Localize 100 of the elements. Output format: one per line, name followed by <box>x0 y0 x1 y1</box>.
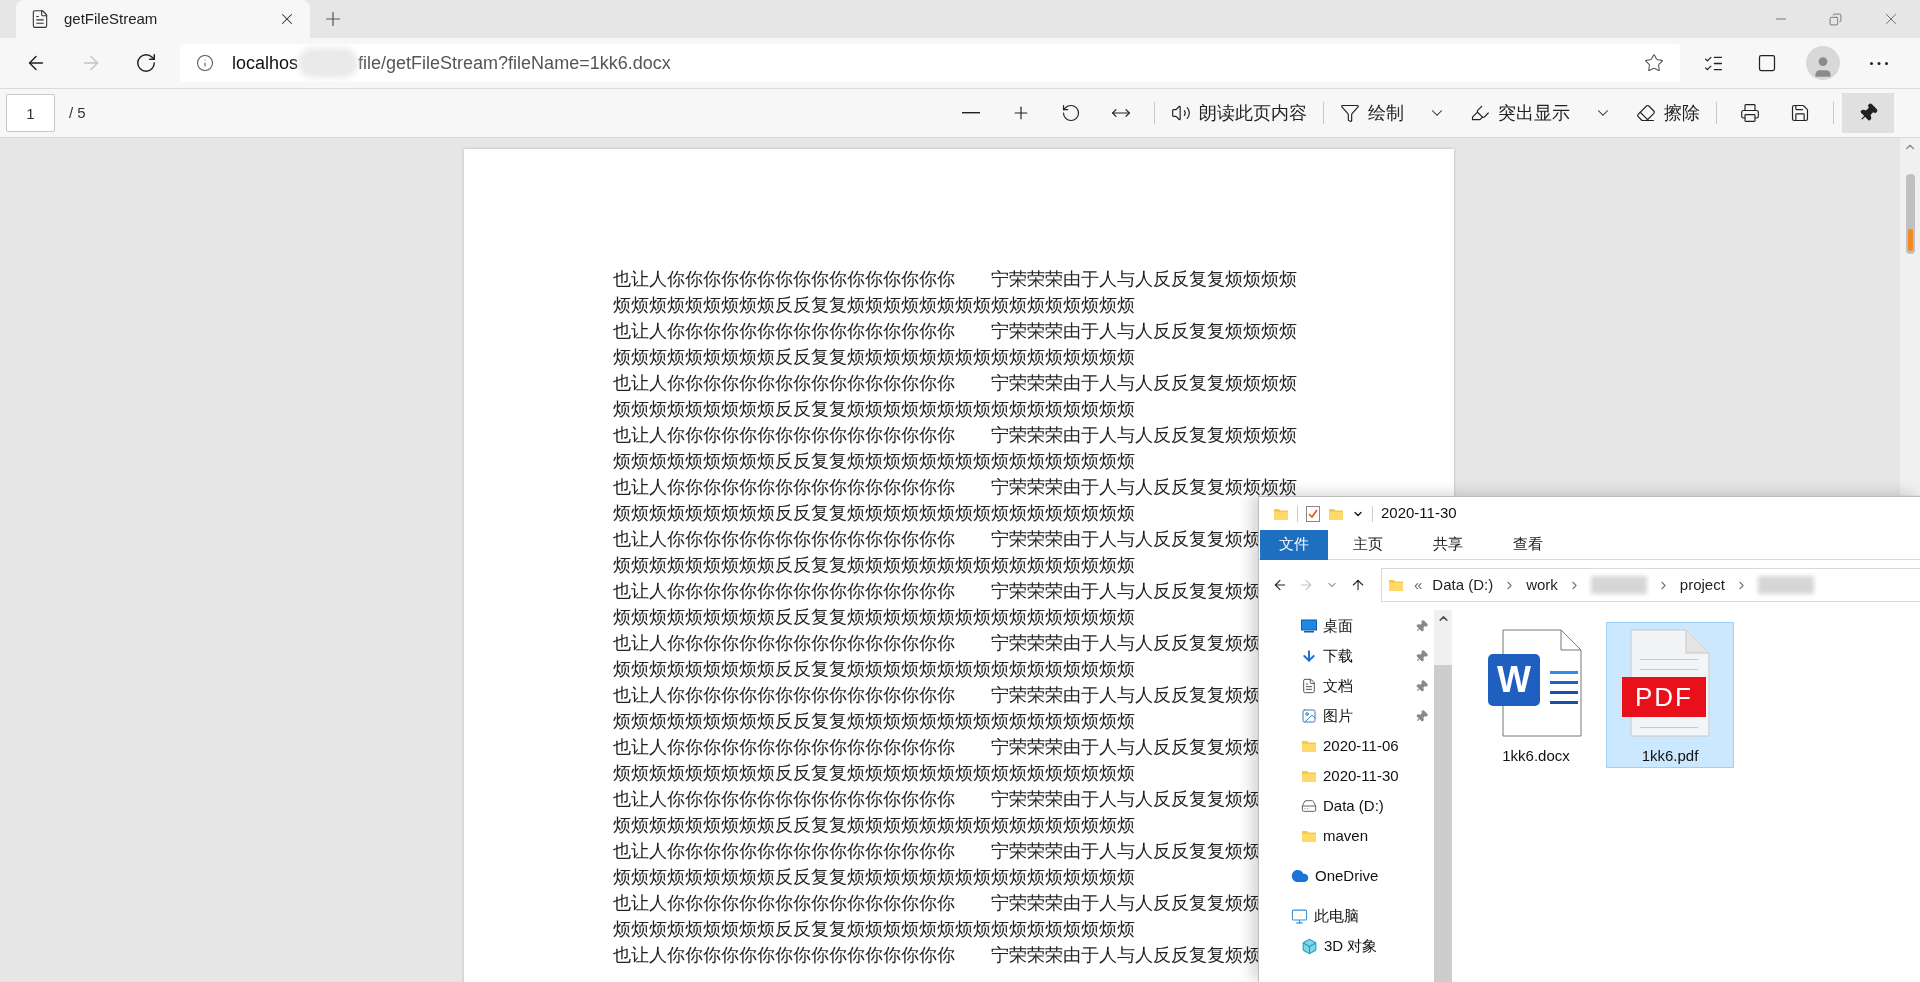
file-name: 1kk6.pdf <box>1641 745 1699 766</box>
address-field[interactable]: localhos file/getFileStream?fileName=1kk6.docx <box>180 44 1680 82</box>
cloud-icon <box>1291 867 1309 885</box>
document-text-line: 也让人你你你你你你你你你你你你你你你你 宁荣荣荣由于人与人反反复复烦烦烦烦 <box>613 424 1297 447</box>
ribbon-tab[interactable]: 文件 <box>1260 529 1328 560</box>
scrollbar[interactable] <box>1900 138 1920 495</box>
page-number-field[interactable]: 1 <box>6 94 55 132</box>
more-icon <box>1870 61 1888 65</box>
nav-item[interactable]: 3D 对象 <box>1301 934 1428 958</box>
nav-item-label: maven <box>1323 825 1369 846</box>
square-icon <box>1757 53 1777 73</box>
document-text-line: 烦烦烦烦烦烦烦烦烦反反复复烦烦烦烦烦烦烦烦烦烦烦烦烦烦烦烦 <box>613 918 1135 941</box>
nav-item[interactable]: 2020-11-06 <box>1301 734 1428 758</box>
nav-item[interactable]: 此电脑 <box>1291 904 1428 928</box>
nav-item-label: 图片 <box>1323 705 1353 726</box>
nav-item-label: 3D 对象 <box>1324 935 1378 956</box>
folder-icon <box>1301 829 1317 843</box>
file-type-badge: PDF <box>1622 677 1706 717</box>
document-text-line: 烦烦烦烦烦烦烦烦烦反反复复烦烦烦烦烦烦烦烦烦烦烦烦烦烦烦烦 <box>613 814 1135 837</box>
folder-icon <box>1273 506 1289 521</box>
document-text-line: 也让人你你你你你你你你你你你你你你你你 宁荣荣荣由于人与人反反复复烦烦烦烦 <box>613 372 1297 395</box>
document-text-line: 烦烦烦烦烦烦烦烦烦反反复复烦烦烦烦烦烦烦烦烦烦烦烦烦烦烦烦 <box>613 710 1135 733</box>
nav-item[interactable]: 2020-11-30 <box>1301 764 1428 788</box>
browser-tab[interactable]: getFileStream <box>16 0 310 38</box>
download-icon <box>1301 648 1317 664</box>
speaker-icon <box>1171 103 1191 123</box>
nav-item-label: 此电脑 <box>1314 905 1359 926</box>
ribbon-tab[interactable]: 查看 <box>1488 529 1568 560</box>
file-item[interactable]: W 1kk6.docx <box>1472 622 1600 768</box>
document-text-line: 也让人你你你你你你你你你你你你你你你你 宁荣荣荣由于人与人反反复复烦烦烦烦 <box>613 320 1297 343</box>
document-text-line: 烦烦烦烦烦烦烦烦烦反反复复烦烦烦烦烦烦烦烦烦烦烦烦烦烦烦烦 <box>613 606 1135 629</box>
folder-icon <box>1388 578 1404 592</box>
document-text-line: 烦烦烦烦烦烦烦烦烦反反复复烦烦烦烦烦烦烦烦烦烦烦烦烦烦烦烦 <box>613 502 1135 525</box>
breadcrumb[interactable]: work <box>1526 573 1558 597</box>
document-text-line: 烦烦烦烦烦烦烦烦烦反反复复烦烦烦烦烦烦烦烦烦烦烦烦烦烦烦烦 <box>613 450 1135 473</box>
nav-item-label: 下载 <box>1323 645 1353 666</box>
pin-button[interactable] <box>1842 93 1894 133</box>
button-label: 朗读此页内容 <box>1199 101 1307 125</box>
new-folder-icon <box>1328 506 1344 521</box>
nav-item[interactable]: Data (D:) <box>1301 794 1428 818</box>
restore-icon[interactable] <box>1829 12 1842 26</box>
address-bar[interactable]: « Data (D:) work project <box>1381 568 1920 602</box>
nav-item[interactable]: 图片 <box>1301 704 1415 728</box>
pictures-icon <box>1301 708 1317 724</box>
blurred-area <box>1590 576 1647 594</box>
url-path: file/getFileStream?fileName=1kk6.docx <box>358 51 671 75</box>
document-text-line: 烦烦烦烦烦烦烦烦烦反反复复烦烦烦烦烦烦烦烦烦烦烦烦烦烦烦烦 <box>613 294 1135 317</box>
document-text-line: 烦烦烦烦烦烦烦烦烦反反复复烦烦烦烦烦烦烦烦烦烦烦烦烦烦烦烦 <box>613 346 1135 369</box>
window-title: 2020-11-30 <box>1381 503 1457 524</box>
document-icon <box>1301 678 1317 694</box>
nav-item[interactable]: maven <box>1301 824 1428 848</box>
tab-title: getFileStream <box>64 8 159 29</box>
breadcrumb[interactable]: project <box>1679 573 1725 597</box>
nav-item[interactable]: OneDrive <box>1291 864 1428 888</box>
nav-item-label: 2020-11-30 <box>1323 765 1399 786</box>
nav-item[interactable]: 下载 <box>1301 644 1415 668</box>
info-icon <box>196 54 214 72</box>
document-text-line: 也让人你你你你你你你你你你你你你你你你 宁荣荣荣由于人与人反反复复烦烦烦烦 <box>613 476 1297 499</box>
url-host: localhos <box>232 51 299 75</box>
nav-item[interactable]: 桌面 <box>1301 614 1415 638</box>
page-icon <box>30 9 50 29</box>
scroll-marker <box>1907 229 1913 251</box>
print-icon <box>1740 103 1760 123</box>
ribbon-tab[interactable]: 主页 <box>1328 529 1408 560</box>
file-item[interactable]: PDF 1kk6.pdf <box>1606 622 1734 768</box>
nav-item-label: OneDrive <box>1315 865 1379 886</box>
ribbon-tab[interactable]: 共享 <box>1408 529 1488 560</box>
desktop-icon <box>1301 619 1317 633</box>
overflow-chevrons[interactable]: « <box>1414 573 1423 597</box>
document-text-line: 烦烦烦烦烦烦烦烦烦反反复复烦烦烦烦烦烦烦烦烦烦烦烦烦烦烦烦 <box>613 398 1135 421</box>
draw-button[interactable]: 绘制 <box>1332 93 1412 133</box>
eraser-icon <box>1636 103 1656 123</box>
document-text-line: 烦烦烦烦烦烦烦烦烦反反复复烦烦烦烦烦烦烦烦烦烦烦烦烦烦烦烦 <box>613 866 1135 889</box>
profile-button[interactable] <box>1806 46 1840 80</box>
folder-icon <box>1301 769 1317 783</box>
erase-button[interactable]: 擦除 <box>1628 93 1708 133</box>
nav-scrollbar[interactable] <box>1434 610 1452 982</box>
save-icon <box>1790 103 1810 123</box>
nav-item[interactable]: 文档 <box>1301 674 1415 698</box>
document-text-line: 烦烦烦烦烦烦烦烦烦反反复复烦烦烦烦烦烦烦烦烦烦烦烦烦烦烦烦 <box>613 658 1135 681</box>
nav-item-label: Data (D:) <box>1323 795 1384 816</box>
properties-icon <box>1306 505 1320 522</box>
button-label: 绘制 <box>1368 101 1404 125</box>
nav-item-label: 2020-11-06 <box>1323 735 1399 756</box>
file-name: 1kk6.docx <box>1502 745 1570 766</box>
button-label: 擦除 <box>1664 101 1700 125</box>
document-text-line: 烦烦烦烦烦烦烦烦烦反反复复烦烦烦烦烦烦烦烦烦烦烦烦烦烦烦烦 <box>613 762 1135 785</box>
folder-icon <box>1301 739 1317 753</box>
highlight-button[interactable]: 突出显示 <box>1462 93 1578 133</box>
highlighter-icon <box>1470 103 1490 123</box>
read-button[interactable]: 朗读此页内容 <box>1163 93 1315 133</box>
breadcrumb[interactable]: Data (D:) <box>1432 573 1494 597</box>
document-text-line: 也让人你你你你你你你你你你你你你你你你 宁荣荣荣由于人与人反反复复烦烦烦烦 <box>613 268 1297 291</box>
computer-icon <box>1291 907 1308 925</box>
page-count: / 5 <box>69 102 86 123</box>
rotate-icon <box>1061 103 1081 123</box>
file-type-badge: W <box>1488 654 1540 706</box>
blurred-area <box>1757 576 1814 594</box>
document-text-line: 烦烦烦烦烦烦烦烦烦反反复复烦烦烦烦烦烦烦烦烦烦烦烦烦烦烦烦 <box>613 554 1135 577</box>
favorite-star-icon[interactable] <box>1644 53 1664 73</box>
